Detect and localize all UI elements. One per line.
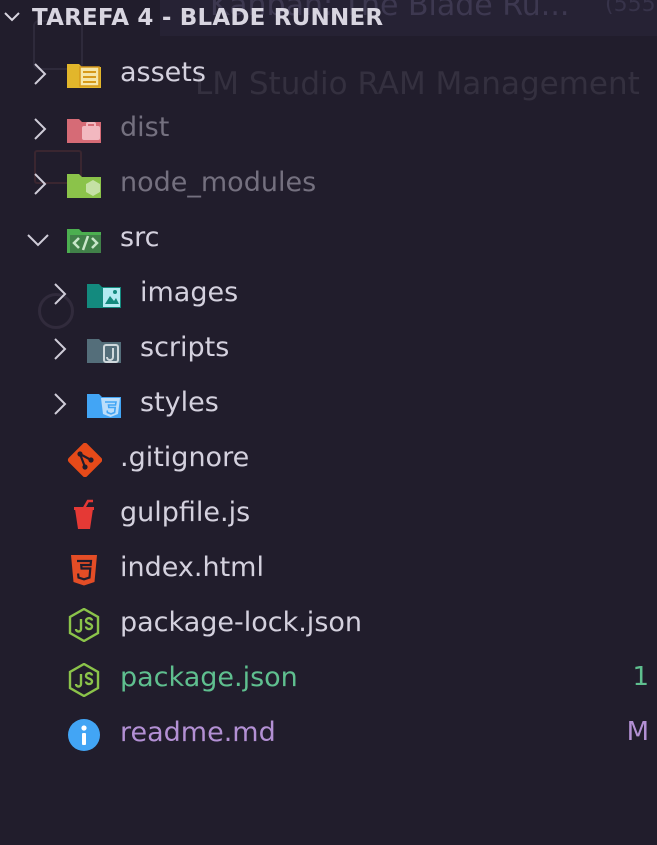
- explorer-section-header[interactable]: TAREFA 4 - BLADE RUNNER: [0, 0, 657, 38]
- workspace-title: TAREFA 4 - BLADE RUNNER: [32, 5, 384, 31]
- tree-file-package-json[interactable]: package.json 1: [0, 652, 657, 707]
- tree-item-label: package.json: [120, 662, 298, 693]
- folder-images-icon: [86, 278, 122, 312]
- tree-item-label: readme.md: [120, 717, 276, 748]
- tree-item-label: src: [120, 222, 160, 253]
- tree-item-label: styles: [140, 387, 219, 418]
- folder-assets-icon: [66, 58, 102, 92]
- tree-folder-node-modules[interactable]: node_modules: [0, 157, 657, 212]
- folder-dist-icon: [66, 113, 102, 147]
- tree-file-gitignore[interactable]: .gitignore: [0, 432, 657, 487]
- chevron-down-icon[interactable]: [26, 230, 50, 254]
- tree-item-label: images: [140, 277, 239, 308]
- html5-icon: [66, 553, 102, 587]
- chevron-right-icon[interactable]: [50, 392, 70, 420]
- modified-badge: M: [626, 717, 649, 747]
- tree-file-gulpfile-js[interactable]: gulpfile.js: [0, 487, 657, 542]
- tree-item-label: assets: [120, 57, 206, 88]
- folder-src-icon: [66, 223, 102, 257]
- info-icon: [66, 718, 102, 752]
- chevron-down-icon: [4, 12, 20, 22]
- chevron-right-icon[interactable]: [50, 282, 70, 310]
- problem-count-badge: 1: [632, 662, 649, 692]
- tree-folder-assets[interactable]: assets: [0, 47, 657, 102]
- nodejs-icon: [66, 662, 102, 698]
- chevron-right-icon[interactable]: [30, 117, 50, 145]
- tree-item-label: gulpfile.js: [120, 497, 251, 528]
- tree-file-index-html[interactable]: index.html: [0, 542, 657, 597]
- tree-folder-dist[interactable]: dist: [0, 102, 657, 157]
- tree-item-label: index.html: [120, 552, 264, 583]
- tree-folder-images[interactable]: images: [0, 267, 657, 322]
- tree-file-readme-md[interactable]: readme.md M: [0, 707, 657, 762]
- git-icon: [66, 442, 103, 478]
- folder-styles-icon: [86, 388, 122, 422]
- tree-folder-styles[interactable]: styles: [0, 377, 657, 432]
- tree-folder-src[interactable]: src: [0, 212, 657, 267]
- gulp-icon: [66, 498, 102, 532]
- chevron-right-icon[interactable]: [30, 62, 50, 90]
- tree-item-label: package-lock.json: [120, 607, 363, 638]
- tree-item-label: dist: [120, 112, 170, 143]
- tree-item-label: .gitignore: [120, 442, 250, 473]
- folder-node-icon: [66, 168, 102, 202]
- chevron-right-icon[interactable]: [50, 337, 70, 365]
- tree-folder-scripts[interactable]: scripts: [0, 322, 657, 377]
- chevron-right-icon[interactable]: [30, 172, 50, 200]
- folder-scripts-icon: [86, 333, 122, 367]
- tree-file-package-lock-json[interactable]: package-lock.json: [0, 597, 657, 652]
- tree-item-label: scripts: [140, 332, 230, 363]
- nodejs-icon: [66, 607, 102, 643]
- tree-item-label: node_modules: [120, 167, 317, 198]
